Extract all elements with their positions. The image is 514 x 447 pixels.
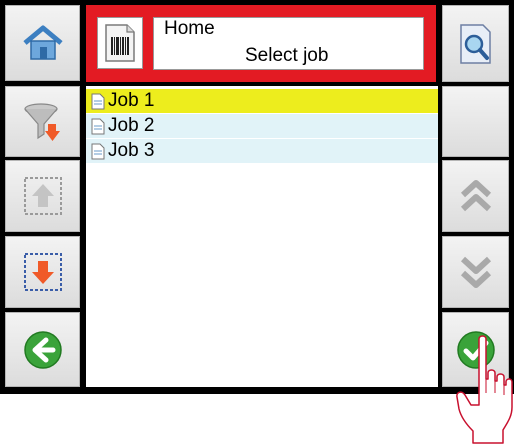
scroll-down-button[interactable]: [442, 236, 509, 308]
home-button[interactable]: [5, 5, 80, 81]
document-icon: [91, 93, 105, 109]
export-button[interactable]: [5, 236, 80, 308]
header-bar: Home Select job: [86, 5, 436, 82]
preview-icon: [459, 23, 491, 64]
back-button[interactable]: [5, 312, 80, 387]
printer-screen: Home Select job Job 1 Job 2 Job 3: [0, 0, 514, 394]
job-label-button[interactable]: [97, 17, 143, 69]
list-item-job-2[interactable]: Job 2: [86, 114, 438, 138]
empty-right-button: [442, 86, 509, 157]
job-label-icon: [105, 24, 135, 62]
job-list: Job 1 Job 2 Job 3: [86, 86, 438, 387]
preview-button[interactable]: [442, 5, 509, 82]
job-name: Job 1: [108, 90, 155, 111]
location-label: Home: [164, 18, 215, 39]
import-button[interactable]: [5, 160, 80, 232]
filter-button[interactable]: [5, 86, 80, 157]
pointing-hand-icon: [456, 335, 513, 444]
document-icon: [91, 143, 105, 159]
export-icon: [23, 253, 62, 291]
document-icon: [91, 118, 105, 134]
header-text-box: Home Select job: [153, 17, 424, 70]
back-icon: [23, 330, 62, 369]
job-name: Job 3: [108, 140, 155, 161]
job-name: Job 2: [108, 115, 155, 136]
filter-icon: [23, 102, 60, 141]
scroll-up-icon: [460, 180, 491, 212]
scroll-down-icon: [460, 256, 491, 288]
page-title: Select job: [245, 45, 329, 66]
import-icon: [23, 177, 62, 215]
list-item-job-3[interactable]: Job 3: [86, 139, 438, 163]
list-item-job-1[interactable]: Job 1: [86, 89, 438, 113]
scroll-up-button[interactable]: [442, 160, 509, 232]
home-icon: [22, 25, 63, 60]
